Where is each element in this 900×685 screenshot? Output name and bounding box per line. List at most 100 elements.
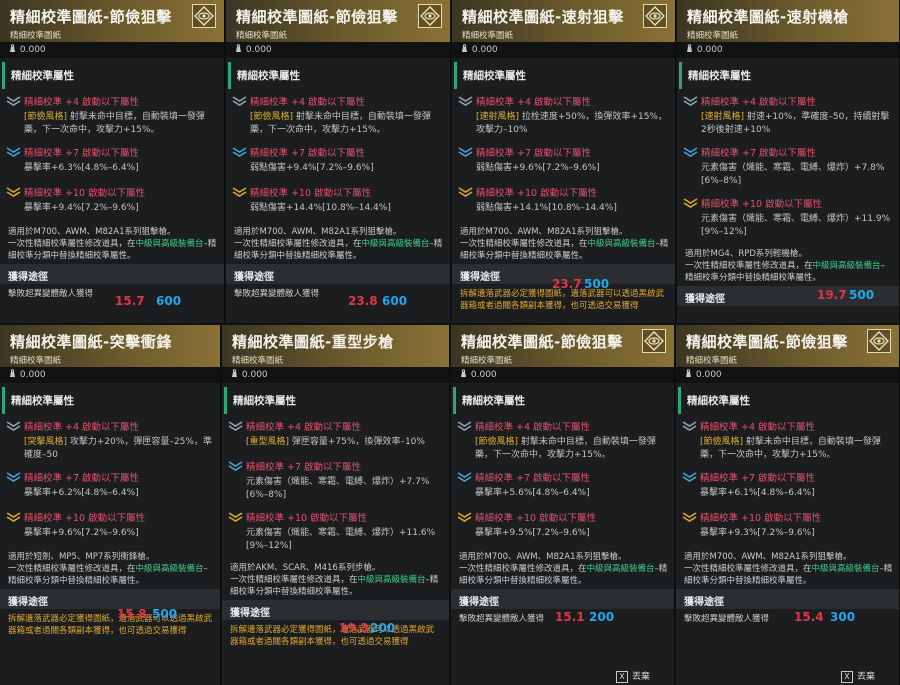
calibration-tier: 精細校準 +7 啟動以下屬性 暴擊率+6.1%[4.8%–6.4%] xyxy=(676,467,899,507)
tier-effect: 元素傷害（熾能、寒霜、電縛、爆炸）+7.8%[6%–8%] xyxy=(701,163,885,186)
tier-heading: 精細校準 +4 啟動以下屬性 xyxy=(475,422,591,433)
calibration-tier: 精細校準 +4 啟動以下屬性 [節儉風格] 射擊未命中目標，自動裝填一發彈藥，下一… xyxy=(226,91,450,142)
tier-description: 元素傷害（熾能、寒霜、電縛、爆炸）+7.8%[6%–8%] xyxy=(701,162,893,188)
section-heading: 精細校準屬性 xyxy=(679,62,899,89)
tier-heading: 精細校準 +4 啟動以下屬性 xyxy=(476,97,592,108)
style-tag: [速射風格] xyxy=(476,112,520,122)
weight-value: 0.000 xyxy=(241,370,268,380)
blueprint-card[interactable]: 精細校準圖紙-節儉狙擊 精細校準圖紙 0.000 精細校準屬性 精細校準 +4 啟動以… xyxy=(0,0,225,323)
section-heading: 精細校準屬性 xyxy=(2,387,220,414)
acquire-method xyxy=(677,306,899,310)
weight-row: 0.000 xyxy=(677,42,899,58)
calibration-emblem-icon xyxy=(867,329,891,353)
blueprint-card[interactable]: 精細校準圖紙-速射狙擊 精細校準圖紙 0.000 精細校準屬性 精細校準 +4 啟動以… xyxy=(452,0,676,323)
blue-annotation-number: 200 xyxy=(370,621,396,635)
tier-chevron-icon xyxy=(682,471,697,482)
tier-heading: 精細校準 +4 啟動以下屬性 xyxy=(24,422,140,433)
tier-chevron-icon xyxy=(228,511,243,522)
tier-description: 弱點傷害+14.4%[10.8%–14.4%] xyxy=(250,202,444,215)
tier-heading: 精細校準 +7 啟動以下屬性 xyxy=(24,148,140,159)
discard-button[interactable]: X 丟棄 xyxy=(840,669,875,683)
tier-effect: 元素傷害（熾能、寒霜、電縛、爆炸）+7.7%[6%–8%] xyxy=(246,477,430,500)
blueprint-card[interactable]: 精細校準圖紙-突擊衝鋒 精細校準圖紙 0.000 精細校準屬性 精細校準 +4 啟動以… xyxy=(0,325,221,685)
style-tag: [節儉風格] xyxy=(700,437,744,447)
section-heading: 精細校準屬性 xyxy=(2,62,224,89)
section-heading: 精細校準屬性 xyxy=(678,387,899,414)
tier-chevron-icon xyxy=(682,511,697,522)
tier-chevron-icon xyxy=(457,471,472,482)
card-subtitle: 精細校準圖紙 xyxy=(687,31,739,41)
weight-icon xyxy=(234,44,243,55)
tier-heading: 精細校準 +10 啟動以下屬性 xyxy=(250,188,372,199)
workbench-link: 中級與高級裝備台 xyxy=(587,239,656,249)
card-title: 精細校準圖紙-速射機槍 xyxy=(687,8,849,26)
tier-description: [節儉風格] 射擊未命中目標，自動裝填一發彈藥，下一次命中，攻擊力+15%。 xyxy=(250,111,444,137)
usage-note: 一次性精細校準屬性修改道具，在中級與高級裝備台–精細校準分類中替換精細校準屬性。 xyxy=(234,239,443,261)
tier-chevron-icon xyxy=(458,146,473,157)
weight-icon xyxy=(685,44,694,55)
weight-icon xyxy=(230,369,239,380)
tier-heading: 精細校準 +4 啟動以下屬性 xyxy=(701,97,817,108)
acquire-header: 獲得途徑 xyxy=(226,264,450,284)
acquire-header: 獲得途徑 xyxy=(0,589,220,609)
calibration-emblem-icon xyxy=(643,4,667,28)
calibration-tier: 精細校準 +4 啟動以下屬性 [速射風格] 射速+10%，準確度–50，持續射擊2… xyxy=(677,91,899,142)
style-tag: [節儉風格] xyxy=(250,112,294,122)
discard-button[interactable]: X 丟棄 xyxy=(615,669,650,683)
card-subtitle: 精細校準圖紙 xyxy=(686,356,738,366)
tier-heading: 精細校準 +10 啟動以下屬性 xyxy=(24,513,146,524)
weight-icon xyxy=(684,369,693,380)
blueprint-card[interactable]: 精細校準圖紙-節儉狙擊 精細校準圖紙 0.000 精細校準屬性 精細校準 +4 啟動以… xyxy=(676,325,900,685)
tier-description: 暴擊率+9.5%[7.2%–9.6%] xyxy=(475,527,668,540)
acquire-header: 獲得途徑 xyxy=(676,589,899,609)
tier-heading: 精細校準 +4 啟動以下屬性 xyxy=(246,422,362,433)
workbench-link: 中級與高級裝備台 xyxy=(361,239,430,249)
tier-description: 弱點傷害+14.1%[10.8%–14.4%] xyxy=(476,202,669,215)
tier-description: 元素傷害（熾能、寒霜、電縛、爆炸）+11.9%[9%–12%] xyxy=(701,213,893,239)
tier-description: 暴擊率+6.1%[4.8%–6.4%] xyxy=(700,487,893,500)
card-header: 精細校準圖紙-重型步槍 精細校準圖紙 xyxy=(222,325,449,367)
tier-description: [速射風格] 射速+10%，準確度–50，持續射擊2秒後射速+10% xyxy=(701,111,893,137)
tier-heading: 精細校準 +10 啟動以下屬性 xyxy=(476,188,598,199)
tier-effect: 元素傷害（熾能、寒霜、電縛、爆炸）+11.9%[9%–12%] xyxy=(701,214,891,237)
tier-chevron-icon xyxy=(6,511,21,522)
calibration-emblem-icon xyxy=(642,329,666,353)
blueprint-card[interactable]: 精細校準圖紙-節儉狙擊 精細校準圖紙 0.000 精細校準屬性 精細校準 +4 啟動以… xyxy=(451,325,675,685)
weight-row: 0.000 xyxy=(451,367,674,383)
calibration-tier: 精細校準 +7 啟動以下屬性暴擊率+6.2%[4.8%–6.4%] xyxy=(0,467,220,507)
card-title: 精細校準圖紙-重型步槍 xyxy=(232,333,394,351)
section-heading: 精細校準屬性 xyxy=(453,387,674,414)
calibration-tier: 精細校準 +7 啟動以下屬性 元素傷害（熾能、寒霜、電縛、爆炸）+7.8%[6%–… xyxy=(677,142,899,193)
weight-icon xyxy=(459,369,468,380)
weight-value: 0.000 xyxy=(245,45,272,55)
calibration-tier: 精細校準 +4 啟動以下屬性 [突擊風格] 攻擊力+20%，彈匣容量–25%，準確… xyxy=(0,416,220,467)
calibration-tier: 精細校準 +4 啟動以下屬性 [節儉風格] 射擊未命中目標，自動裝填一發彈藥，下一… xyxy=(451,416,674,467)
tier-chevron-icon xyxy=(228,420,243,431)
tier-heading: 精細校準 +7 啟動以下屬性 xyxy=(24,473,140,484)
red-annotation-number: 19.7 xyxy=(817,288,847,302)
tier-chevron-icon xyxy=(683,95,698,106)
tier-description: 弱點傷害+9.4%[7.2%–9.6%] xyxy=(250,162,444,175)
tier-chevron-icon xyxy=(228,460,243,471)
blueprint-card[interactable]: 精細校準圖紙-節儉狙擊 精細校準圖紙 0.000 精細校準屬性 精細校準 +4 啟動以… xyxy=(226,0,451,323)
calibration-tier: 精細校準 +4 啟動以下屬性 [速射風格] 拉栓速度+50%，換彈效率+15%，攻… xyxy=(452,91,675,142)
tier-heading: 精細校準 +4 啟動以下屬性 xyxy=(250,97,366,108)
blueprint-card[interactable]: 精細校準圖紙-速射機槍 精細校準圖紙 0.000 精細校準屬性 精細校準 +4 啟動以… xyxy=(677,0,900,323)
tier-chevron-icon xyxy=(6,186,21,197)
calibration-tier: 精細校準 +4 啟動以下屬性 [節儉風格] 射擊未命中目標，自動裝填一發彈藥，下一… xyxy=(676,416,899,467)
card-title: 精細校準圖紙-突擊衝鋒 xyxy=(10,333,172,351)
blueprint-card[interactable]: 精細校準圖紙-重型步槍 精細校準圖紙 0.000 精細校準屬性 精細校準 +4 啟動以… xyxy=(222,325,450,685)
usage-note: 一次性精細校準屬性修改道具，在中級與高級裝備台–精細校準分類中替換精細校準屬性。 xyxy=(459,564,668,586)
calibration-tier: 精細校準 +10 啟動以下屬性 暴擊率+9.3%[7.2%–9.6%] xyxy=(676,507,899,547)
card-subtitle: 精細校準圖紙 xyxy=(461,356,513,366)
weight-value: 0.000 xyxy=(470,370,497,380)
item-description: 適用於M700、AWM、M82A1系列狙擊槍。 一次性精細校準屬性修改道具，在中級… xyxy=(676,547,899,589)
tier-description: 暴擊率+6.2%[4.8%–6.4%] xyxy=(24,487,214,500)
blue-annotation-number: 200 xyxy=(589,610,615,624)
weight-icon xyxy=(460,44,469,55)
acquire-method: 擊敗超異變體敵人獲得 xyxy=(234,289,320,299)
weight-row: 0.000 xyxy=(676,367,899,383)
calibration-tier: 精細校準 +7 啟動以下屬性 弱點傷害+9.6%[7.2%–9.6%] xyxy=(452,142,675,182)
tier-chevron-icon xyxy=(232,146,247,157)
tier-effect: 彈匣容量+75%，換彈效率–10% xyxy=(289,437,425,447)
